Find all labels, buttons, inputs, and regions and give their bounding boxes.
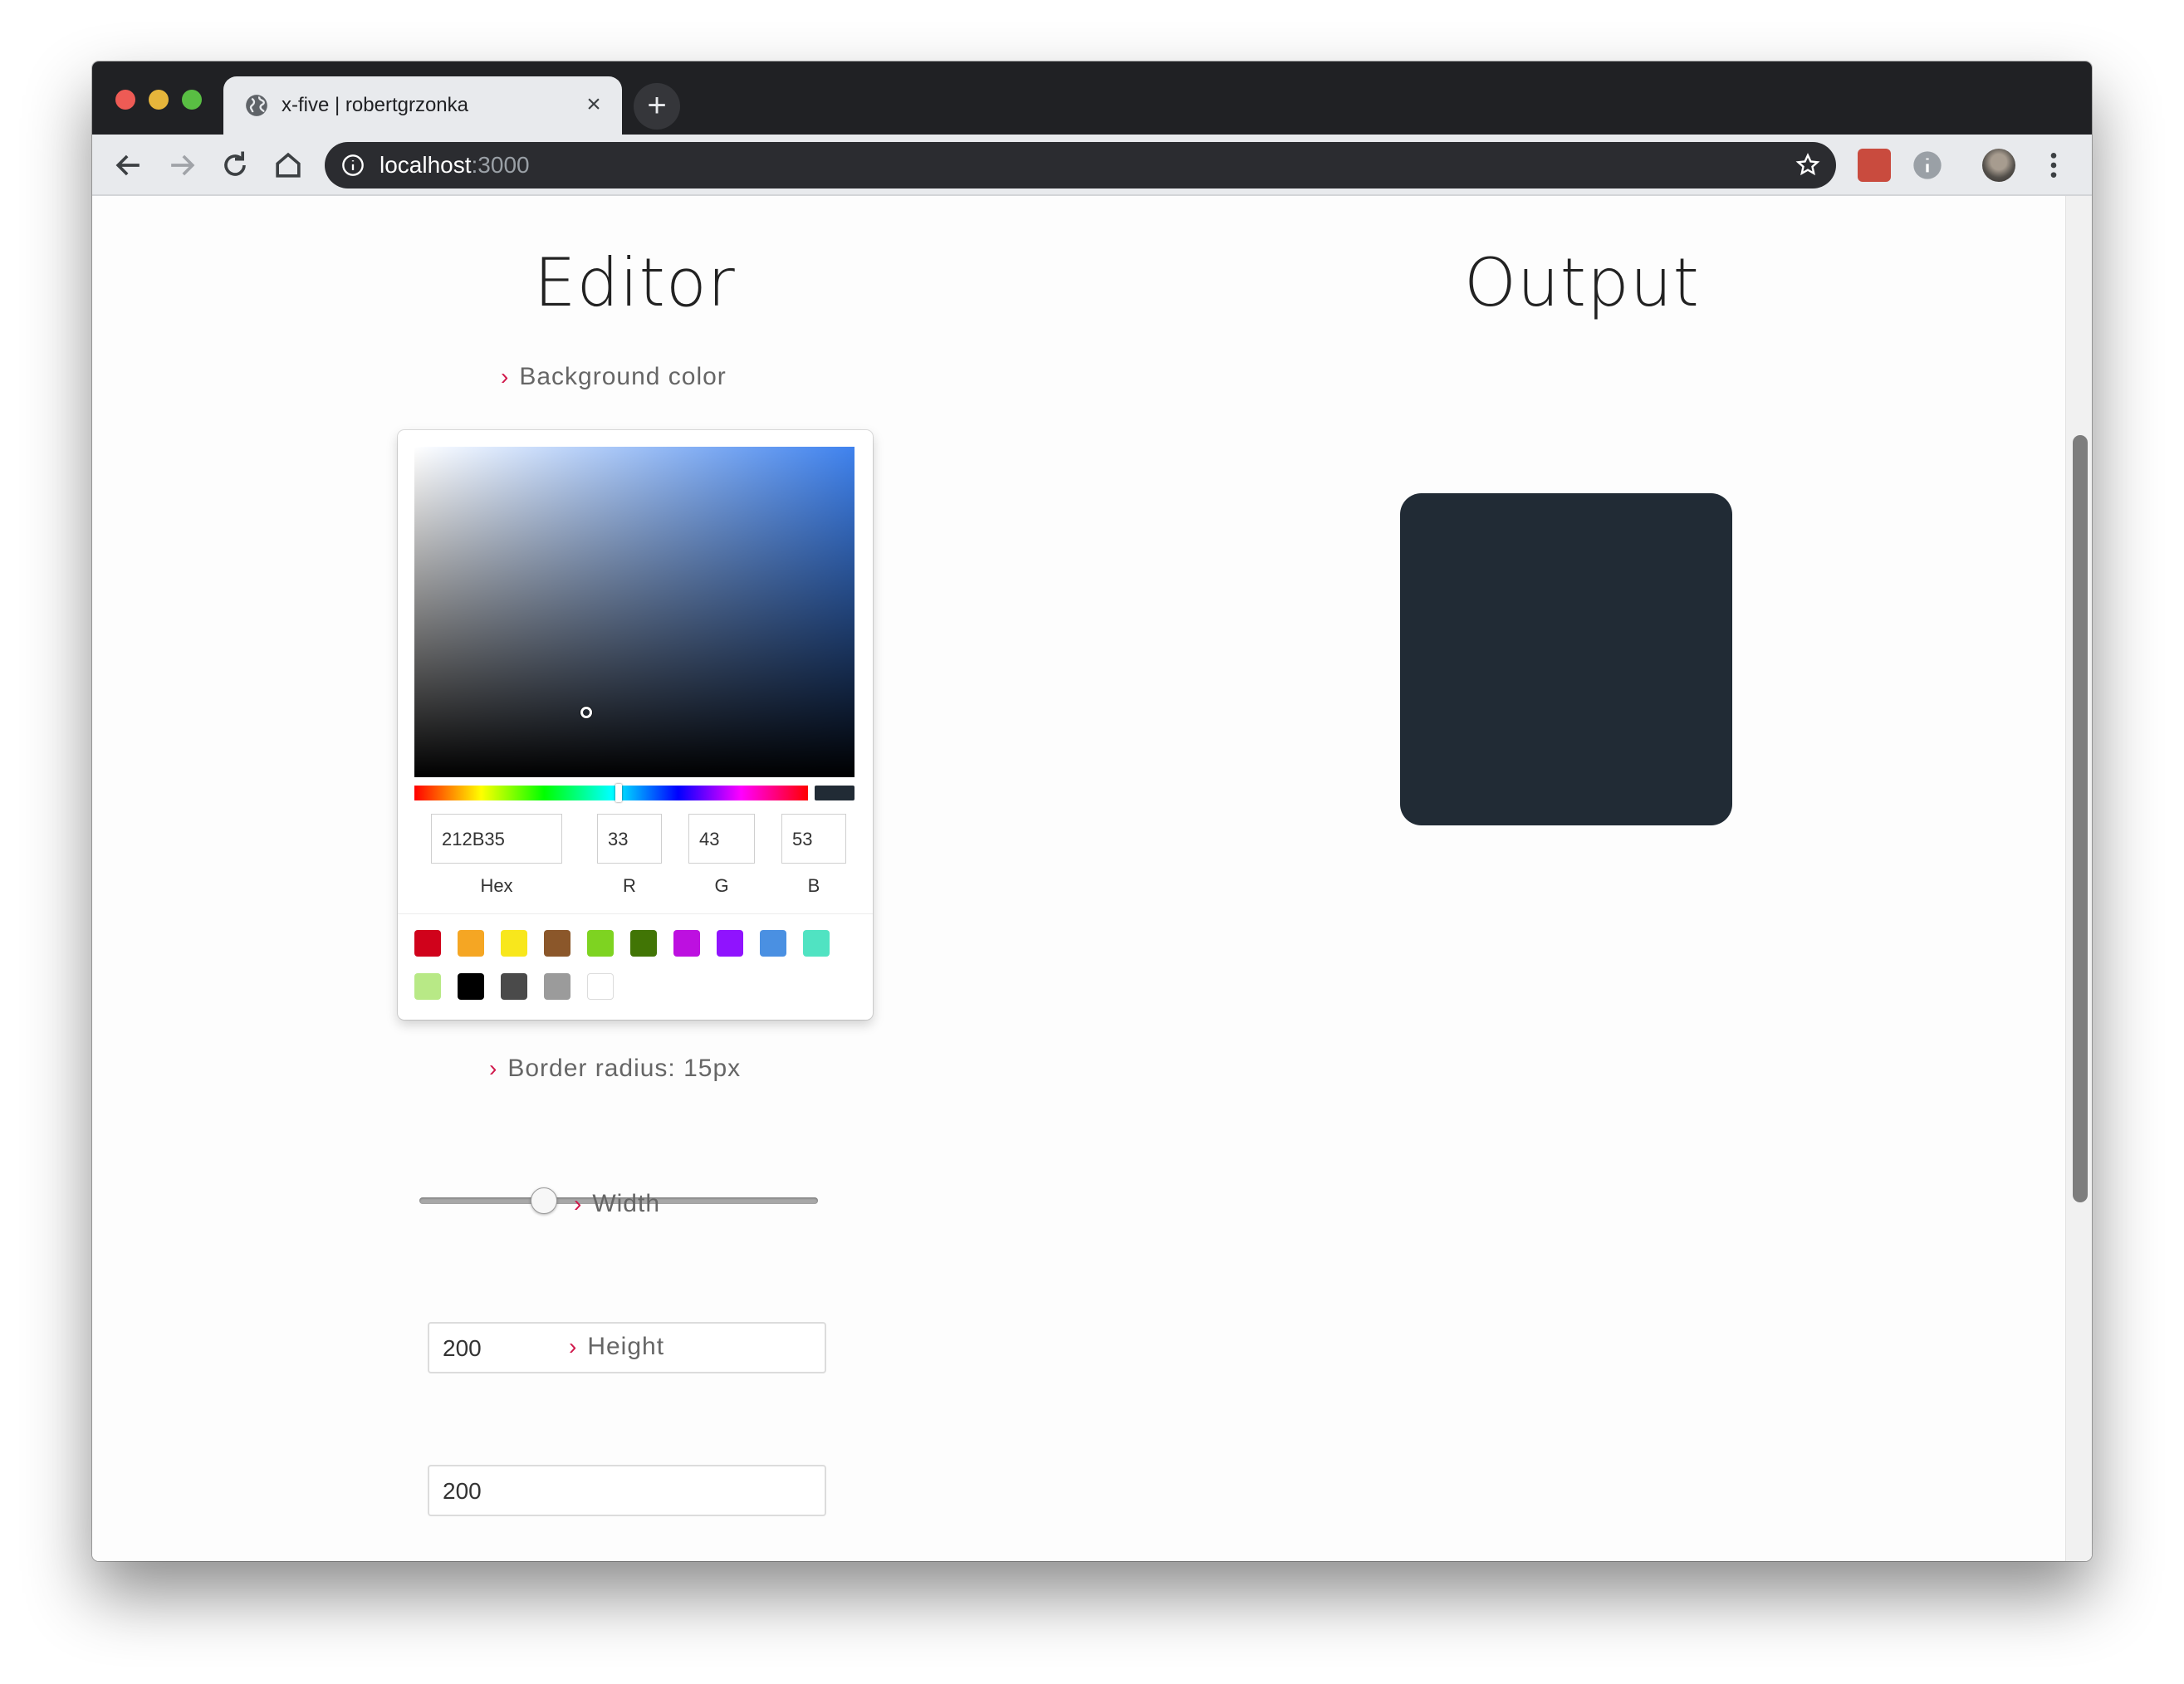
reload-icon[interactable] [217,147,253,184]
scrollbar-thumb[interactable] [2073,435,2088,1202]
color-swatch[interactable] [458,930,484,957]
background-color-label: › Background color [501,362,727,392]
tab-bar: x-five | robertgrzonka × + [92,61,2092,135]
globe-icon [246,95,267,116]
width-label: › Width [574,1189,660,1219]
color-swatch[interactable] [587,973,614,1000]
browser-tab[interactable]: x-five | robertgrzonka × [223,76,622,135]
color-swatch[interactable] [544,930,570,957]
output-heading: Output [1464,244,1700,321]
color-swatch[interactable] [587,930,614,957]
color-swatch[interactable] [414,973,441,1000]
background-color-label-text: Background color [519,363,727,390]
close-window-button[interactable] [115,90,135,110]
hue-handle[interactable] [615,784,623,802]
color-swatch[interactable] [458,973,484,1000]
height-label-text: Height [587,1333,665,1360]
back-arrow-icon[interactable] [110,147,147,184]
color-swatch[interactable] [414,930,441,957]
maximize-window-button[interactable] [182,90,202,110]
width-label-text: Width [592,1190,661,1217]
new-tab-button[interactable]: + [634,83,680,130]
forward-arrow-icon[interactable] [164,147,200,184]
bookmark-star-icon[interactable] [1795,152,1821,179]
extension-icon[interactable] [1858,149,1891,182]
more-menu-icon[interactable] [2037,149,2070,182]
editor-heading: Editor [534,244,736,321]
browser-window: x-five | robertgrzonka × + localhost:300… [92,61,2092,1561]
color-picker: 212B35 33 43 53 Hex R G B [398,430,873,1020]
browser-toolbar: localhost:3000 [92,135,2092,196]
g-input[interactable]: 43 [688,814,755,864]
minimize-window-button[interactable] [149,90,169,110]
url-host: localhost [380,152,472,178]
chevron-right-icon: › [569,1334,578,1359]
color-swatch[interactable] [673,930,700,957]
chevron-right-icon: › [489,1055,498,1081]
color-swatch[interactable] [803,930,830,957]
picker-divider [398,913,873,914]
color-swatch[interactable] [760,930,786,957]
height-input[interactable]: 200 [428,1465,826,1516]
hue-slider[interactable] [414,784,808,802]
vertical-scrollbar[interactable] [2065,196,2092,1561]
home-icon[interactable] [270,147,306,184]
color-swatch[interactable] [544,973,570,1000]
g-label: G [714,875,729,896]
extension-info-icon[interactable] [1911,149,1944,182]
color-swatch[interactable] [717,930,743,957]
url-text: localhost:3000 [380,152,530,179]
color-swatch[interactable] [630,930,657,957]
hex-label: Hex [480,875,513,896]
border-radius-label-text: Border radius: 15px [507,1055,742,1082]
tab-close-icon[interactable]: × [580,91,607,118]
output-box [1400,493,1732,825]
b-input[interactable]: 53 [781,814,846,864]
color-swatch[interactable] [501,973,527,1000]
height-label: › Height [569,1332,664,1362]
address-bar[interactable]: localhost:3000 [325,142,1836,188]
color-preview [815,786,855,800]
saturation-pointer[interactable] [580,707,592,718]
page-viewport: Editor Output › Background color 212B35 3… [92,196,2065,1561]
tab-title: x-five | robertgrzonka [282,94,468,116]
border-radius-slider-thumb[interactable] [531,1187,558,1214]
b-label: B [807,875,820,896]
chevron-right-icon: › [574,1191,583,1216]
color-swatch[interactable] [501,930,527,957]
site-info-icon[interactable] [341,154,365,177]
border-radius-label: › Border radius: 15px [489,1054,741,1084]
url-port: :3000 [471,152,530,178]
chevron-right-icon: › [501,364,510,389]
saturation-area[interactable] [414,447,855,777]
r-input[interactable]: 33 [597,814,662,864]
r-label: R [623,875,636,896]
profile-avatar[interactable] [1982,149,2015,182]
hex-input[interactable]: 212B35 [431,814,562,864]
